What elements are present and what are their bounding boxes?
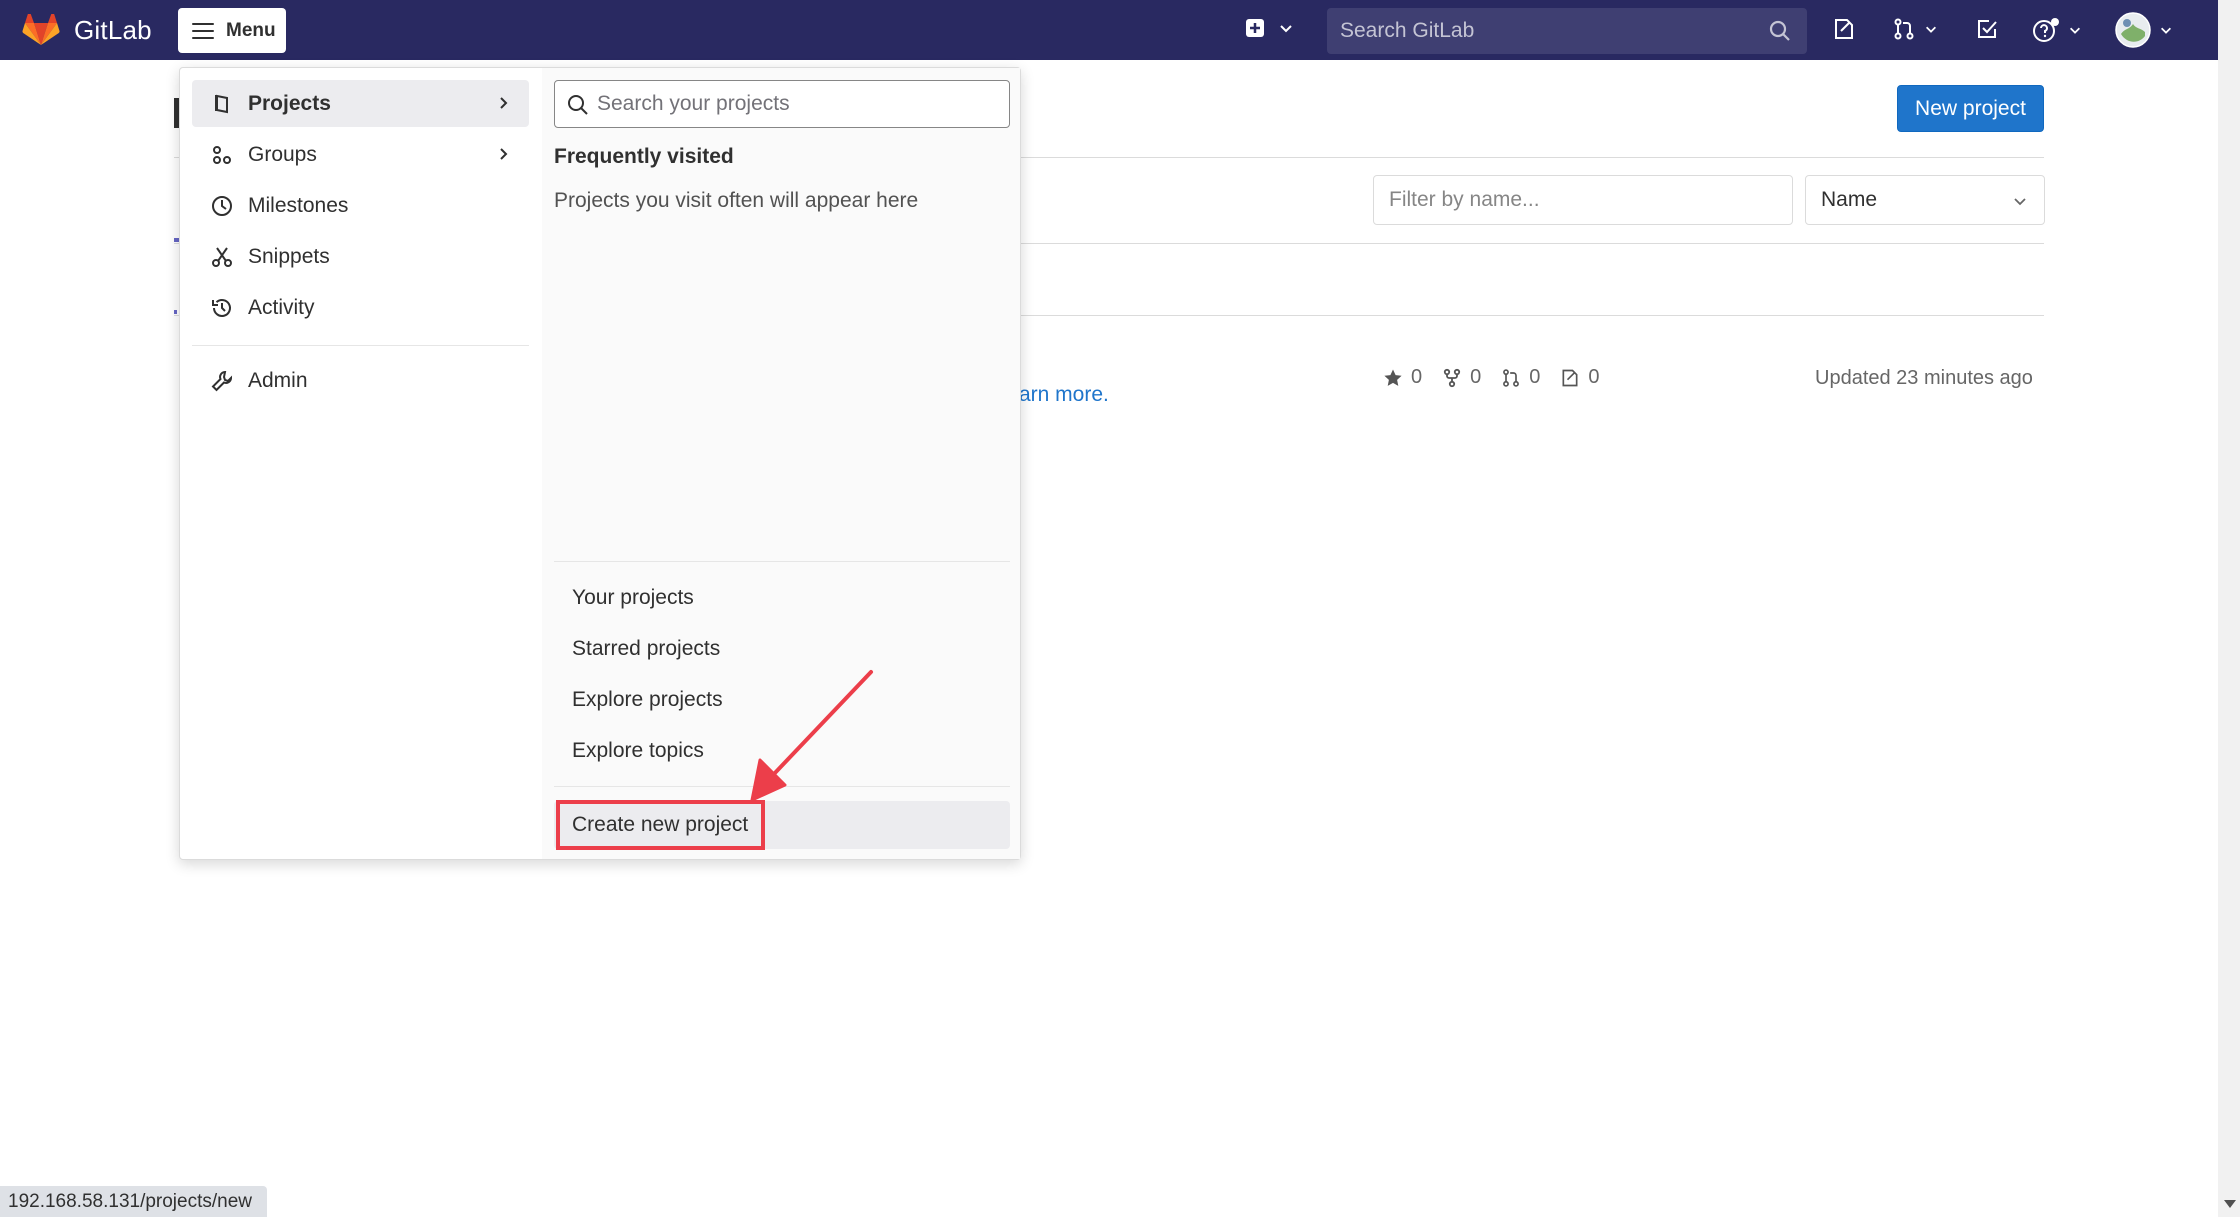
menu-divider <box>554 786 1010 787</box>
menu-item-snippets[interactable]: Snippets <box>192 233 529 280</box>
menu-item-label: Snippets <box>248 244 330 268</box>
todos-nav-button[interactable] <box>1975 17 1999 41</box>
browser-status-url: 192.168.58.131/projects/new <box>0 1186 267 1217</box>
wrench-icon <box>210 369 234 393</box>
menu-item-projects[interactable]: Projects <box>192 80 529 127</box>
active-tab-indicator <box>174 310 177 314</box>
chevron-down-icon <box>2070 27 2080 34</box>
merge-request-count[interactable]: 0 <box>1501 366 1540 389</box>
hamburger-icon <box>192 22 214 39</box>
menu-item-label: Groups <box>248 142 317 166</box>
scissors-icon <box>210 245 234 269</box>
global-search[interactable] <box>1327 8 1807 54</box>
explore-projects-link[interactable]: Explore projects <box>572 688 723 712</box>
project-search[interactable] <box>554 80 1010 128</box>
star-count[interactable]: 0 <box>1383 366 1422 389</box>
menu-left-column: Projects Groups Milestones Snippets Acti… <box>180 68 542 859</box>
chevron-down-icon <box>1926 26 1936 33</box>
filter-by-name-input[interactable] <box>1373 175 1793 225</box>
menu-button-label: Menu <box>226 19 276 41</box>
chevron-down-icon <box>1280 25 1292 33</box>
scroll-down-arrow-icon[interactable] <box>2224 1199 2236 1209</box>
todo-check-icon <box>1978 20 1997 38</box>
main-menu-dropdown: Projects Groups Milestones Snippets Acti… <box>179 67 1021 860</box>
projects-submenu-panel: Frequently visited Projects you visit of… <box>542 68 1020 859</box>
history-icon <box>210 296 234 320</box>
menu-divider <box>192 345 529 346</box>
chevron-down-icon <box>2014 198 2026 206</box>
question-icon <box>2033 18 2059 42</box>
chevron-right-icon <box>500 97 508 109</box>
new-dropdown-button[interactable] <box>1244 17 1294 39</box>
user-menu-button[interactable] <box>2115 12 2173 48</box>
menu-item-label: Projects <box>248 91 331 115</box>
sort-dropdown-value: Name <box>1821 188 1878 211</box>
search-icon <box>1769 20 1790 41</box>
learn-more-link[interactable]: arn more. <box>1019 383 1109 407</box>
star-icon <box>1384 369 1402 386</box>
menu-divider <box>554 561 1010 562</box>
menu-item-admin[interactable]: Admin <box>192 357 529 404</box>
menu-item-activity[interactable]: Activity <box>192 284 529 331</box>
explore-topics-link[interactable]: Explore topics <box>572 739 704 763</box>
annotation-highlight-box <box>556 800 765 850</box>
issue-count[interactable]: 0 <box>1560 366 1600 389</box>
menu-item-label: Milestones <box>248 193 349 217</box>
chevron-down-icon <box>2161 27 2171 34</box>
updated-timestamp: Updated 23 minutes ago <box>1815 367 2033 389</box>
plus-square-icon <box>1246 19 1264 37</box>
global-search-input[interactable] <box>1327 8 1807 54</box>
menu-item-label: Activity <box>248 295 315 319</box>
issues-icon <box>1835 19 1853 39</box>
merge-request-icon <box>1503 368 1520 387</box>
project-stats: 0 0 0 0 <box>1383 366 1620 389</box>
gitlab-wordmark: GitLab <box>74 14 152 45</box>
group-icon <box>210 143 234 167</box>
scrollbar[interactable] <box>2218 0 2240 1217</box>
project-icon <box>210 92 234 116</box>
frequently-visited-heading: Frequently visited <box>554 145 734 168</box>
merge-request-icon <box>1894 18 1914 40</box>
frequently-visited-empty-text: Projects you visit often will appear her… <box>554 189 919 212</box>
issues-nav-button[interactable] <box>1832 17 1856 41</box>
tanuki-logo-icon <box>22 14 60 45</box>
fork-icon <box>1444 368 1461 387</box>
your-projects-link[interactable]: Your projects <box>572 586 694 610</box>
new-project-button[interactable]: New project <box>1897 85 2044 132</box>
gitlab-logo[interactable]: GitLab <box>22 14 152 46</box>
avatar <box>2115 12 2151 48</box>
menu-item-milestones[interactable]: Milestones <box>192 182 529 229</box>
issues-icon <box>1562 369 1578 386</box>
help-nav-button[interactable] <box>2032 17 2082 43</box>
project-search-input[interactable] <box>555 81 1009 127</box>
starred-projects-link[interactable]: Starred projects <box>572 637 720 661</box>
fork-count[interactable]: 0 <box>1442 366 1481 389</box>
menu-button[interactable]: Menu <box>178 8 286 53</box>
top-navbar: GitLab Menu <box>0 0 2218 60</box>
clock-icon <box>210 194 234 218</box>
menu-item-label: Admin <box>248 368 308 392</box>
merge-requests-nav-button[interactable] <box>1892 17 1938 41</box>
menu-item-groups[interactable]: Groups <box>192 131 529 178</box>
chevron-right-icon <box>500 148 508 160</box>
sort-dropdown[interactable]: Name <box>1805 175 2045 225</box>
